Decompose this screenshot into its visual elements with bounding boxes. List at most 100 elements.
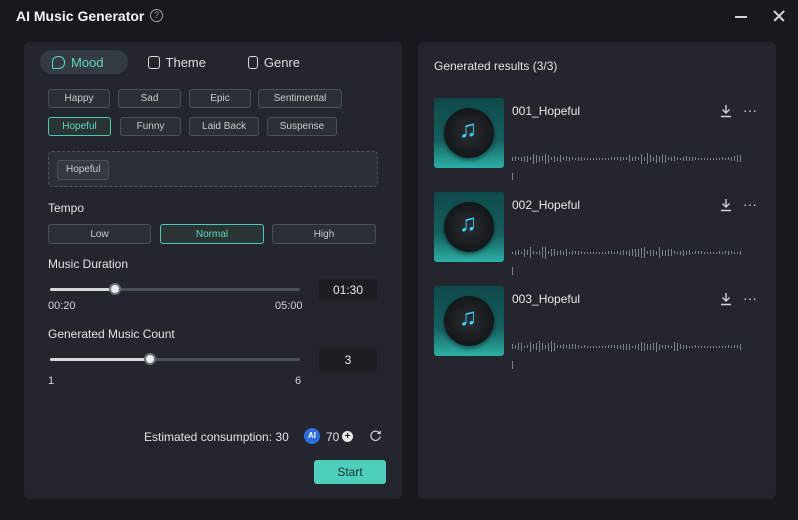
music-note-icon: ♫ — [459, 304, 477, 331]
tab-theme-label: Theme — [165, 54, 206, 70]
mood-chip-suspense[interactable]: Suspense — [267, 117, 337, 136]
mood-chip-epic[interactable]: Epic — [189, 89, 251, 108]
waveform-bar — [581, 251, 582, 255]
download-icon[interactable] — [720, 292, 732, 306]
waveform-bar — [671, 156, 672, 161]
waveform-bar — [722, 157, 723, 161]
tab-theme[interactable]: Theme — [136, 50, 218, 74]
waveform-bar — [581, 345, 582, 348]
start-button[interactable]: Start — [314, 460, 386, 484]
more-icon[interactable]: ··· — [743, 290, 757, 306]
duration-max: 05:00 — [275, 300, 303, 312]
waveform-bar — [527, 155, 528, 162]
waveform-bar — [626, 343, 627, 350]
results-title: Generated results (3/3) — [434, 59, 558, 73]
waveform-bar — [695, 251, 696, 255]
waveform-bar — [515, 344, 516, 349]
waveform-bar — [710, 345, 711, 348]
estimated-consumption: Estimated consumption: 30 — [144, 430, 289, 444]
waveform-bar — [563, 344, 564, 350]
waveform-bar — [677, 251, 678, 254]
result-item[interactable]: ♫ 001_Hopeful ··· — [434, 98, 764, 181]
mood-icon — [52, 55, 65, 69]
count-slider[interactable] — [50, 353, 300, 365]
mood-chip-happy[interactable]: Happy — [48, 89, 110, 108]
plus-icon[interactable]: + — [342, 431, 353, 442]
waveform-bar — [686, 156, 687, 162]
duration-label: Music Duration — [48, 257, 129, 271]
mood-chip-hopeful[interactable]: Hopeful — [48, 117, 111, 136]
more-icon[interactable]: ··· — [743, 102, 757, 118]
mood-chip-funny[interactable]: Funny — [120, 117, 181, 136]
waveform-bar — [680, 344, 681, 350]
waveform-bar — [587, 251, 588, 254]
result-item[interactable]: ♫ 003_Hopeful ··· — [434, 286, 764, 369]
album-cover[interactable]: ♫ — [434, 192, 504, 262]
result-item[interactable]: ♫ 002_Hopeful ··· — [434, 192, 764, 275]
waveform-bar — [671, 249, 672, 257]
waveform-bar — [545, 344, 546, 349]
waveform-bar — [734, 345, 735, 349]
selected-mood-tag[interactable]: Hopeful — [57, 160, 110, 180]
waveform-bar — [707, 157, 708, 160]
count-slider-handle[interactable] — [144, 353, 156, 365]
waveform-bar — [644, 156, 645, 161]
count-slider-fill — [50, 358, 150, 361]
tab-genre[interactable]: Genre — [236, 50, 312, 74]
waveform-bar — [587, 157, 588, 160]
waveform-bar — [602, 345, 603, 348]
waveform-bar — [677, 157, 678, 161]
waveform-bar — [524, 248, 525, 257]
album-cover[interactable]: ♫ — [434, 286, 504, 356]
mood-chip-laid-back[interactable]: Laid Back — [189, 117, 259, 136]
waveform-bar — [617, 157, 618, 161]
waveform-bar — [635, 156, 636, 162]
count-max: 6 — [295, 375, 302, 387]
tempo-normal-button[interactable]: Normal — [160, 224, 264, 244]
waveform-bar — [707, 251, 708, 254]
waveform-bar — [644, 247, 645, 259]
selected-moods-box: Hopeful — [48, 151, 378, 187]
waveform-bar — [728, 345, 729, 349]
close-button[interactable] — [769, 6, 789, 26]
waveform-bar — [737, 251, 738, 254]
refresh-icon[interactable] — [369, 429, 382, 442]
waveform-bar — [632, 249, 633, 257]
duration-slider-handle[interactable] — [109, 283, 121, 295]
duration-slider[interactable] — [50, 283, 300, 295]
minimize-button[interactable] — [731, 6, 751, 26]
album-cover[interactable]: ♫ — [434, 98, 504, 168]
mood-chip-sentimental[interactable]: Sentimental — [258, 89, 342, 108]
waveform-bar — [554, 342, 555, 351]
more-icon[interactable]: ··· — [743, 196, 757, 212]
waveform[interactable] — [512, 150, 744, 181]
tempo-high-button[interactable]: High — [272, 224, 376, 244]
download-icon[interactable] — [720, 198, 732, 212]
waveform-bar — [623, 250, 624, 256]
waveform-bar — [635, 248, 636, 257]
tempo-low-button[interactable]: Low — [48, 224, 151, 244]
waveform-bar — [713, 251, 714, 254]
download-icon[interactable] — [720, 104, 732, 118]
waveform-bar — [620, 344, 621, 349]
waveform[interactable] — [512, 338, 744, 369]
waveform[interactable] — [512, 244, 744, 275]
help-icon[interactable]: ? — [150, 9, 163, 22]
duration-value[interactable]: 01:30 — [319, 279, 377, 301]
waveform-bar — [713, 345, 714, 348]
waveform-bar — [707, 345, 708, 348]
waveform-bar — [554, 249, 555, 257]
tab-mood[interactable]: Mood — [40, 50, 128, 74]
waveform-bar — [668, 249, 669, 257]
ai-credit-icon: AI — [304, 428, 320, 444]
duration-min: 00:20 — [48, 300, 76, 312]
waveform-bar — [602, 251, 603, 254]
waveform-bar — [533, 344, 534, 350]
waveform-bar — [548, 342, 549, 351]
waveform-bar — [590, 157, 591, 160]
waveform-bar — [704, 157, 705, 160]
waveform-bar — [662, 154, 663, 164]
count-value[interactable]: 3 — [319, 349, 377, 371]
waveform-bar — [521, 342, 522, 351]
mood-chip-sad[interactable]: Sad — [118, 89, 181, 108]
